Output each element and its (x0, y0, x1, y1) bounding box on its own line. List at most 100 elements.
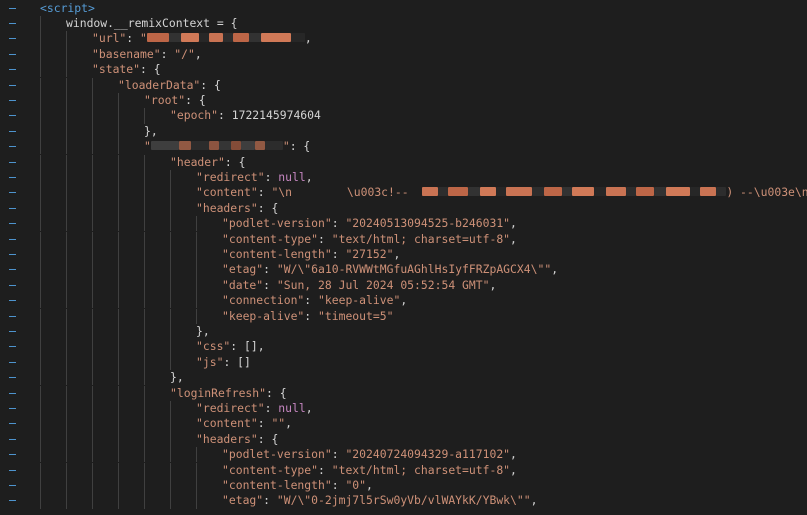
indent-guide (118, 431, 119, 448)
gutter-collapse-marker[interactable] (0, 370, 40, 385)
code-line[interactable]: "date": "Sun, 28 Jul 2024 05:52:54 GMT", (0, 277, 807, 294)
gutter-collapse-marker[interactable] (0, 232, 40, 247)
code-line[interactable]: }, (0, 370, 807, 386)
indent-guide (92, 200, 93, 217)
code-line[interactable]: "js": [] (0, 354, 807, 371)
code-text: }, (144, 124, 158, 139)
indent-guide (118, 200, 119, 217)
token-key: "epoch" (170, 108, 219, 123)
gutter-collapse-marker[interactable] (0, 247, 40, 262)
token-punc: }, (144, 123, 158, 138)
gutter-collapse-marker[interactable] (0, 78, 40, 93)
gutter-collapse-marker[interactable] (0, 31, 40, 46)
code-text: "root": { (144, 93, 206, 108)
code-line[interactable]: "url": ", (0, 31, 807, 47)
gutter-collapse-marker[interactable] (0, 47, 40, 62)
redacted-block (150, 141, 179, 151)
gutter-collapse-marker[interactable] (0, 262, 40, 277)
code-line[interactable]: "etag": "W/\"6a10-RVWWtMGfuAGhlHsIyfFRZp… (0, 262, 807, 278)
code-line[interactable]: "content-type": "text/html; charset=utf-… (0, 231, 807, 247)
indent-guide (92, 92, 93, 109)
token-key: "content-length" (222, 477, 332, 492)
redacted-block (532, 187, 545, 197)
indent-guide (40, 216, 41, 232)
gutter-collapse-marker[interactable] (0, 1, 40, 16)
indent-guide (66, 293, 67, 309)
code-line[interactable]: window.__remixContext = { (0, 15, 807, 32)
gutter-collapse-marker[interactable] (0, 124, 40, 139)
gutter-collapse-marker[interactable] (0, 463, 40, 478)
code-line[interactable]: " ": { (0, 139, 807, 155)
code-line[interactable]: "header": { (0, 154, 807, 170)
code-editor[interactable]: <script> window.__remixContext = {"url": … (0, 0, 807, 515)
indent-guide (40, 231, 41, 247)
token-punc: , (510, 462, 517, 477)
redacted-block (690, 187, 701, 197)
gutter-collapse-marker[interactable] (0, 386, 40, 401)
code-line[interactable]: "basename": "/", (0, 46, 807, 63)
code-line[interactable]: "headers": { (0, 200, 807, 217)
indent-guide (40, 354, 41, 371)
code-line[interactable]: "podlet-version": "20240513094525-b24603… (0, 216, 807, 232)
indent-guide (66, 185, 67, 201)
gutter-collapse-marker[interactable] (0, 155, 40, 170)
gutter-collapse-marker[interactable] (0, 355, 40, 370)
code-line[interactable]: "css": [], (0, 339, 807, 355)
code-line[interactable]: "root": { (0, 92, 807, 109)
indent-guide (92, 370, 93, 386)
gutter-collapse-marker[interactable] (0, 93, 40, 108)
code-line[interactable]: "content": "", (0, 416, 807, 432)
gutter-collapse-marker[interactable] (0, 185, 40, 200)
code-line[interactable]: "content-type": "text/html; charset=utf-… (0, 462, 807, 478)
indent-guide (92, 416, 93, 432)
code-line[interactable]: }, (0, 323, 807, 340)
gutter-collapse-marker[interactable] (0, 309, 40, 324)
indent-guide (66, 493, 67, 509)
indent-guide (196, 277, 197, 294)
indent-guide (118, 169, 119, 186)
code-line[interactable]: "loginRefresh": { (0, 385, 807, 401)
code-line[interactable]: }, (0, 123, 807, 140)
code-line[interactable]: "epoch": 1722145974604 (0, 108, 807, 124)
code-line[interactable]: "content": "\n \u003c!-- ) --\u003e\n (0, 185, 807, 201)
gutter-collapse-marker[interactable] (0, 447, 40, 462)
code-line[interactable]: "loaderData": { (0, 77, 807, 93)
gutter-collapse-marker[interactable] (0, 108, 40, 123)
gutter-collapse-marker[interactable] (0, 432, 40, 447)
gutter-collapse-marker[interactable] (0, 139, 40, 154)
gutter-collapse-marker[interactable] (0, 324, 40, 339)
redacted-block (716, 187, 727, 197)
gutter-collapse-marker[interactable] (0, 62, 40, 77)
code-line[interactable]: "redirect": null, (0, 169, 807, 186)
token-punc: : (318, 462, 332, 477)
dash-icon (9, 407, 16, 409)
gutter-collapse-marker[interactable] (0, 478, 40, 493)
gutter-collapse-marker[interactable] (0, 493, 40, 508)
code-line[interactable]: "content-length": "27152", (0, 246, 807, 263)
gutter-collapse-marker[interactable] (0, 201, 40, 216)
gutter-collapse-marker[interactable] (0, 416, 40, 431)
gutter-collapse-marker[interactable] (0, 278, 40, 293)
code-line[interactable]: "headers": { (0, 431, 807, 448)
code-line[interactable]: "podlet-version": "20240724094329-a11710… (0, 447, 807, 463)
gutter-collapse-marker[interactable] (0, 401, 40, 416)
gutter-collapse-marker[interactable] (0, 293, 40, 308)
code-line[interactable]: "etag": "W/\"0-2jmj7l5rSw0yVb/vlWAYkK/YB… (0, 493, 807, 509)
indent-guide (92, 293, 93, 309)
code-line[interactable]: <script> (0, 1, 807, 16)
gutter-collapse-marker[interactable] (0, 16, 40, 31)
gutter-collapse-marker[interactable] (0, 339, 40, 354)
indent-guide (66, 231, 67, 247)
code-line[interactable]: "keep-alive": "timeout=5" (0, 308, 807, 324)
gutter-collapse-marker[interactable] (0, 216, 40, 231)
indent-guide (40, 308, 41, 324)
indent-guide (118, 323, 119, 340)
code-line[interactable]: "state": { (0, 62, 807, 78)
token-punc: : { (200, 77, 221, 92)
gutter-collapse-marker[interactable] (0, 170, 40, 185)
code-line[interactable]: "redirect": null, (0, 400, 807, 417)
code-line[interactable]: "connection": "keep-alive", (0, 293, 807, 309)
indent-guide (118, 477, 119, 494)
indent-guide (66, 62, 67, 78)
code-line[interactable]: "content-length": "0", (0, 477, 807, 494)
